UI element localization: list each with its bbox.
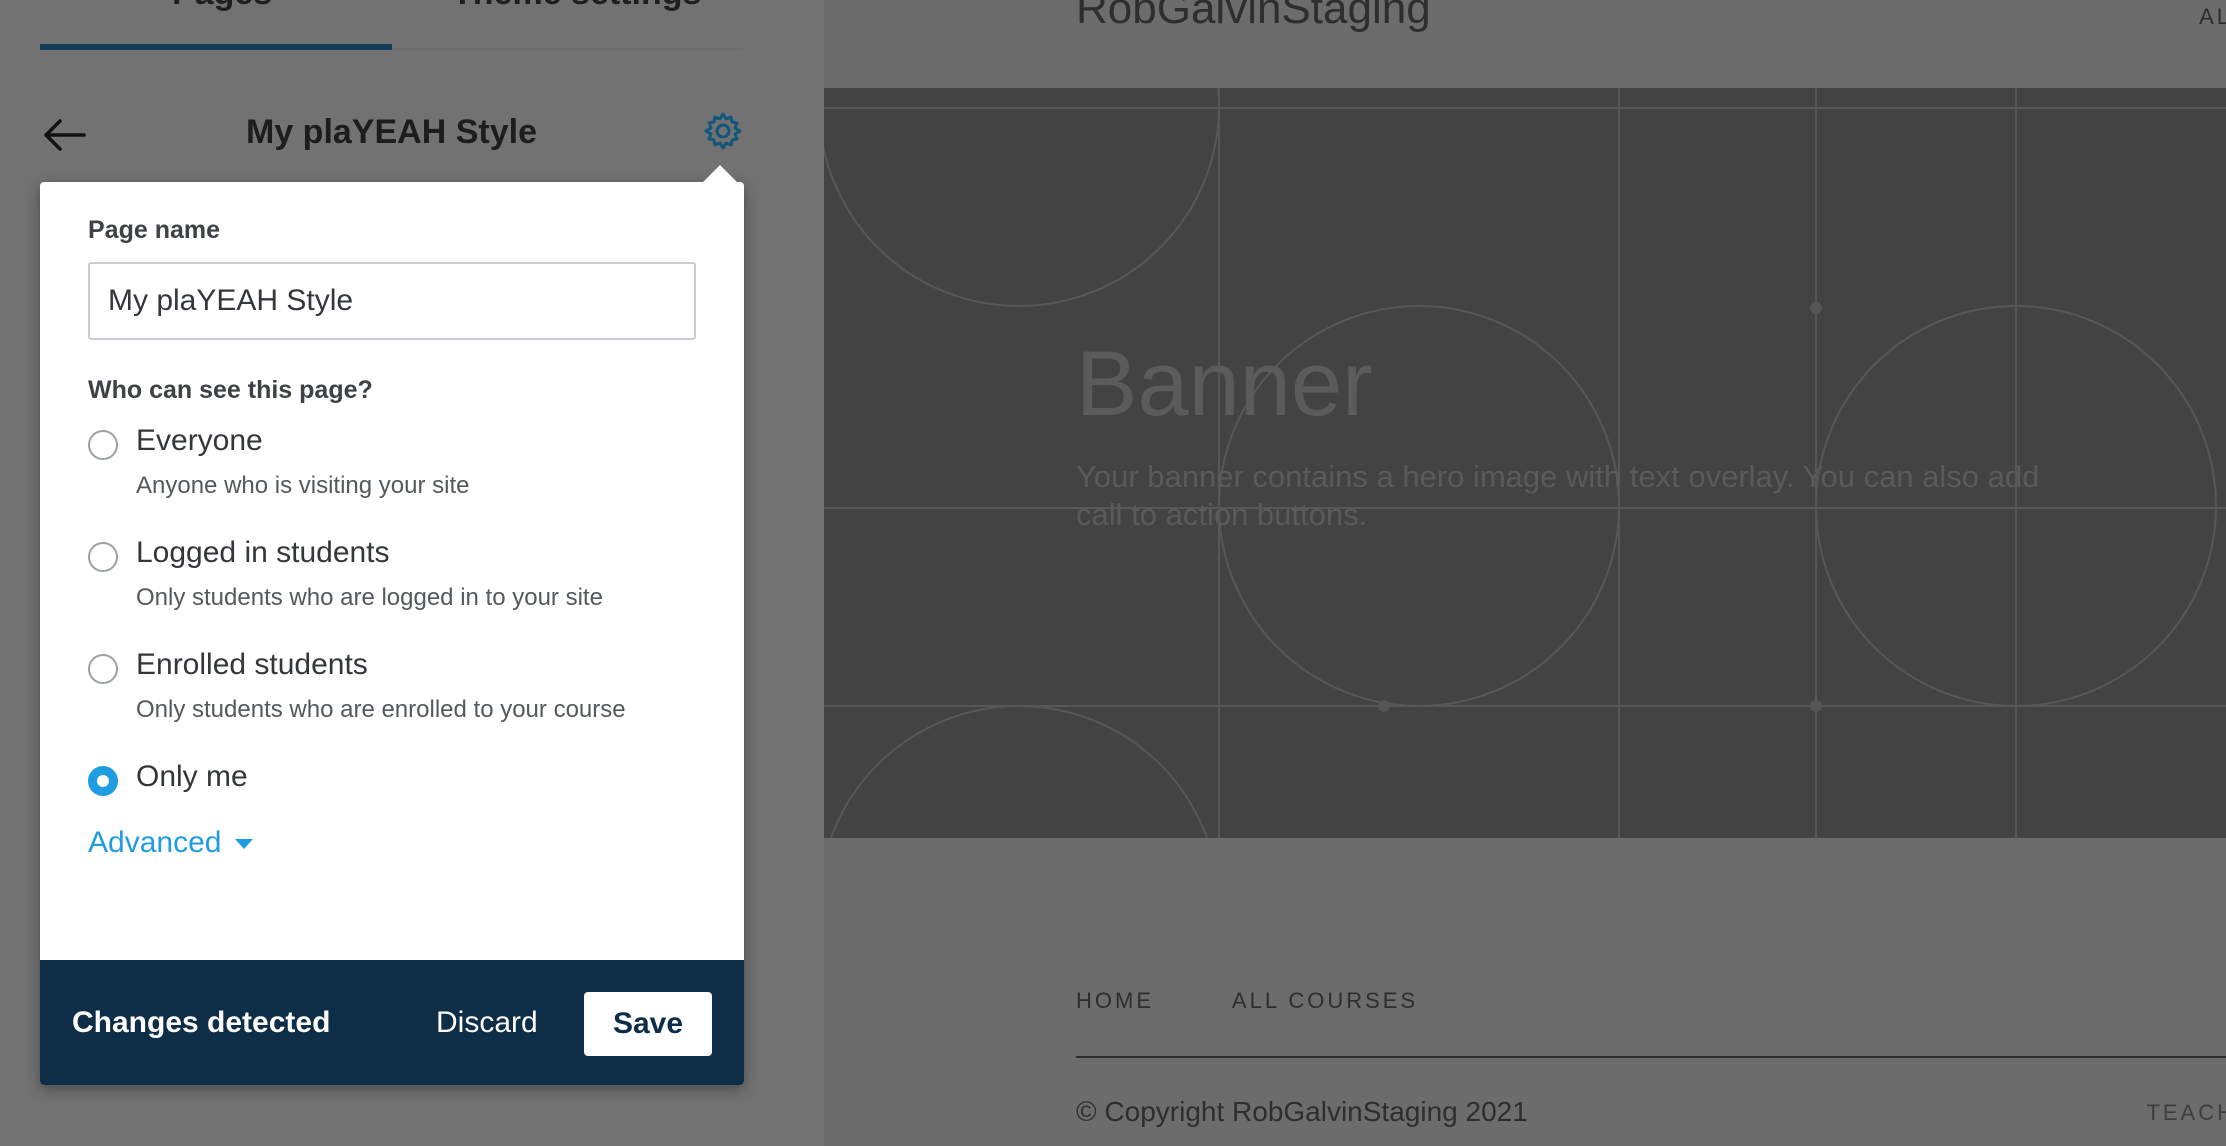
radio-logged-in[interactable] bbox=[88, 542, 118, 572]
caret-down-icon bbox=[235, 839, 254, 850]
changes-footer: Changes detected Discard Save bbox=[40, 960, 744, 1085]
visibility-option-logged-in[interactable]: Logged in students Only students who are… bbox=[88, 536, 708, 636]
option-description: Only students who are logged in to your … bbox=[136, 584, 603, 611]
footer-divider bbox=[1076, 1056, 2226, 1058]
option-title: Logged in students bbox=[136, 536, 390, 569]
visibility-option-only-me[interactable]: Only me bbox=[88, 760, 708, 810]
footer-nav: HOME ALL COURSES bbox=[1076, 988, 1488, 1014]
visibility-label: Who can see this page? bbox=[88, 376, 373, 404]
footer-link-teach[interactable]: TEACH bbox=[2146, 1100, 2226, 1126]
page-name-input[interactable] bbox=[88, 262, 696, 340]
visibility-option-everyone[interactable]: Everyone Anyone who is visiting your sit… bbox=[88, 424, 708, 524]
advanced-toggle[interactable]: Advanced bbox=[88, 826, 254, 860]
save-button[interactable]: Save bbox=[584, 992, 712, 1056]
advanced-label: Advanced bbox=[88, 826, 222, 859]
radio-enrolled[interactable] bbox=[88, 654, 118, 684]
changes-status: Changes detected bbox=[72, 1006, 331, 1039]
banner-title: Banner bbox=[1076, 333, 1373, 435]
discard-button[interactable]: Discard bbox=[436, 1006, 538, 1040]
page-settings-popup: Page name Who can see this page? Everyon… bbox=[40, 165, 744, 1085]
page-name-label: Page name bbox=[88, 216, 221, 244]
option-title: Everyone bbox=[136, 424, 263, 457]
copyright-text: © Copyright RobGalvinStaging 2021 bbox=[1076, 1096, 1528, 1127]
footer-link-all-courses[interactable]: ALL COURSES bbox=[1232, 988, 1418, 1013]
banner-text: Your banner contains a hero image with t… bbox=[1076, 459, 2040, 532]
option-title: Only me bbox=[136, 760, 248, 793]
site-name: RobGalvinStaging bbox=[1076, 0, 1431, 33]
visibility-option-enrolled[interactable]: Enrolled students Only students who are … bbox=[88, 648, 708, 748]
radio-everyone[interactable] bbox=[88, 430, 118, 460]
option-description: Only students who are enrolled to your c… bbox=[136, 696, 626, 723]
site-preview: RobGalvinStaging AL Banner Your banner c… bbox=[824, 0, 2226, 1146]
option-title: Enrolled students bbox=[136, 648, 368, 681]
banner-section: Banner Your banner contains a hero image… bbox=[824, 88, 2226, 838]
nav-link-truncated[interactable]: AL bbox=[2199, 4, 2226, 30]
footer-link-home[interactable]: HOME bbox=[1076, 988, 1154, 1013]
editor-panel: Pages Theme settings My plaYEAH Style Pa… bbox=[0, 0, 824, 1146]
radio-only-me[interactable] bbox=[88, 766, 118, 796]
option-description: Anyone who is visiting your site bbox=[136, 472, 470, 499]
